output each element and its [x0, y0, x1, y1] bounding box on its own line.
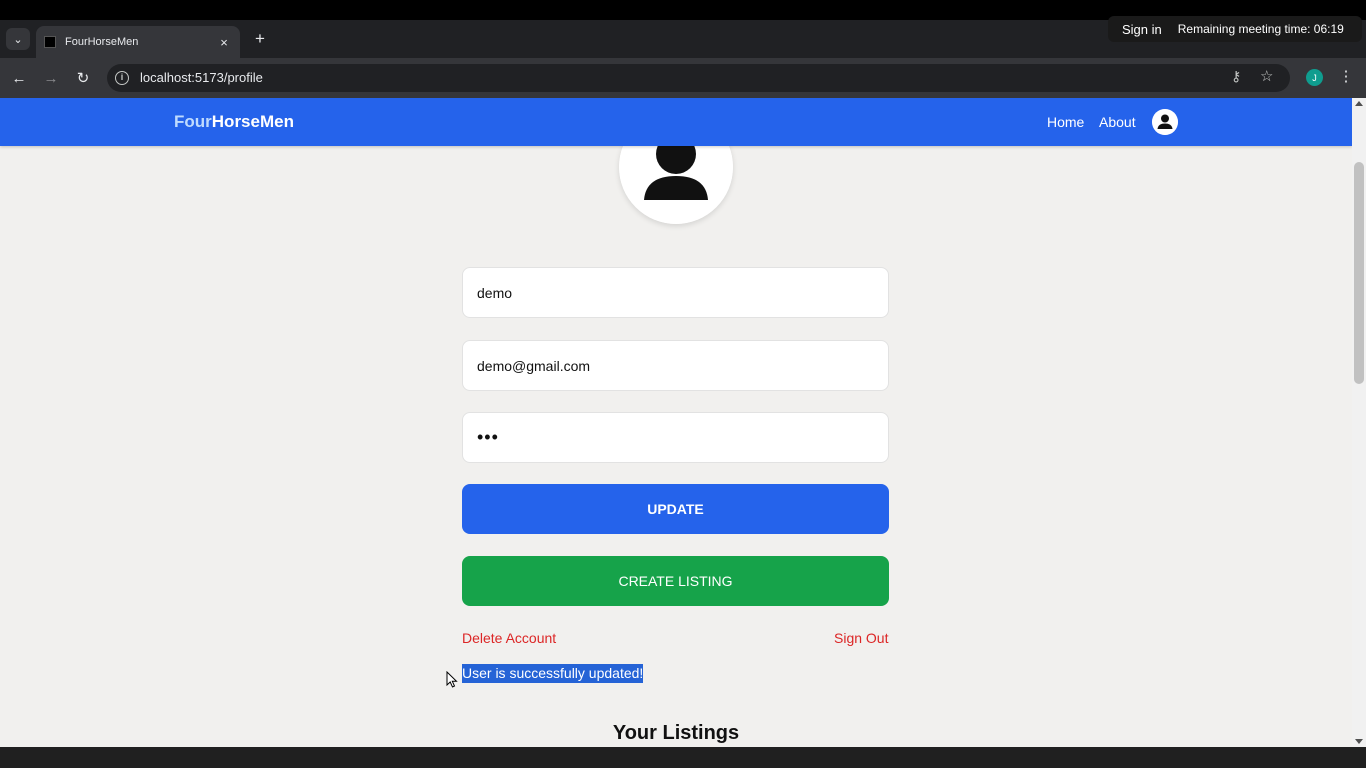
page-viewport: FourHorseMen Home About UPDATE CREATE LI…: [0, 98, 1352, 747]
password-key-icon[interactable]: ⚷: [1231, 68, 1241, 85]
tab-search-button[interactable]: ⌄: [6, 28, 30, 50]
page-scrollbar[interactable]: [1352, 98, 1366, 747]
browser-toolbar: ← → ↻ i localhost:5173/profile ⚷ ☆ J ⋮: [0, 58, 1366, 98]
meeting-overlay: Sign in Remaining meeting time: 06:19: [1108, 16, 1362, 42]
your-listings-heading: Your Listings: [612, 722, 740, 744]
email-input[interactable]: [462, 340, 889, 391]
create-listing-button[interactable]: CREATE LISTING: [462, 556, 889, 606]
site-header: FourHorseMen Home About: [0, 98, 1352, 146]
url-text[interactable]: localhost:5173/profile: [140, 70, 263, 85]
sign-out-link[interactable]: Sign Out: [834, 630, 888, 646]
nav-home-link[interactable]: Home: [1047, 114, 1084, 130]
brand-part-horsemen: HorseMen: [211, 112, 294, 131]
site-logo[interactable]: FourHorseMen: [174, 112, 294, 132]
reload-icon[interactable]: ↻: [73, 68, 93, 88]
brand-part-four: Four: [174, 112, 212, 131]
address-bar[interactable]: i localhost:5173/profile ⚷ ☆: [107, 64, 1290, 92]
chevron-down-icon: ⌄: [13, 33, 23, 46]
forward-arrow-icon[interactable]: →: [41, 68, 61, 88]
scroll-up-arrow-icon[interactable]: [1355, 101, 1363, 106]
update-button[interactable]: UPDATE: [462, 484, 889, 534]
delete-account-link[interactable]: Delete Account: [462, 630, 556, 646]
site-favicon-icon: [44, 36, 56, 48]
browser-menu-icon[interactable]: ⋮: [1338, 67, 1354, 85]
meeting-timer: Remaining meeting time: 06:19: [1177, 22, 1344, 36]
os-bottom-bar: [0, 747, 1366, 768]
new-tab-button[interactable]: +: [250, 29, 270, 49]
scroll-down-arrow-icon[interactable]: [1355, 739, 1363, 744]
success-message: User is successfully updated!: [462, 664, 644, 683]
site-info-icon[interactable]: i: [115, 71, 129, 85]
password-input[interactable]: [462, 412, 889, 463]
back-arrow-icon[interactable]: ←: [9, 68, 29, 88]
tab-title: FourHorseMen: [65, 36, 139, 48]
mouse-cursor-icon: [446, 671, 458, 688]
user-avatar-icon[interactable]: [1152, 109, 1178, 135]
tab-close-icon[interactable]: ×: [216, 35, 232, 50]
browser-tab-active[interactable]: FourHorseMen ×: [36, 26, 240, 58]
username-input[interactable]: [462, 267, 889, 318]
meeting-sign-in-link[interactable]: Sign in: [1108, 22, 1176, 37]
browser-profile-avatar[interactable]: J: [1306, 69, 1323, 86]
nav-about-link[interactable]: About: [1099, 114, 1136, 130]
bookmark-star-icon[interactable]: ☆: [1260, 67, 1273, 85]
scrollbar-thumb[interactable]: [1354, 162, 1364, 384]
